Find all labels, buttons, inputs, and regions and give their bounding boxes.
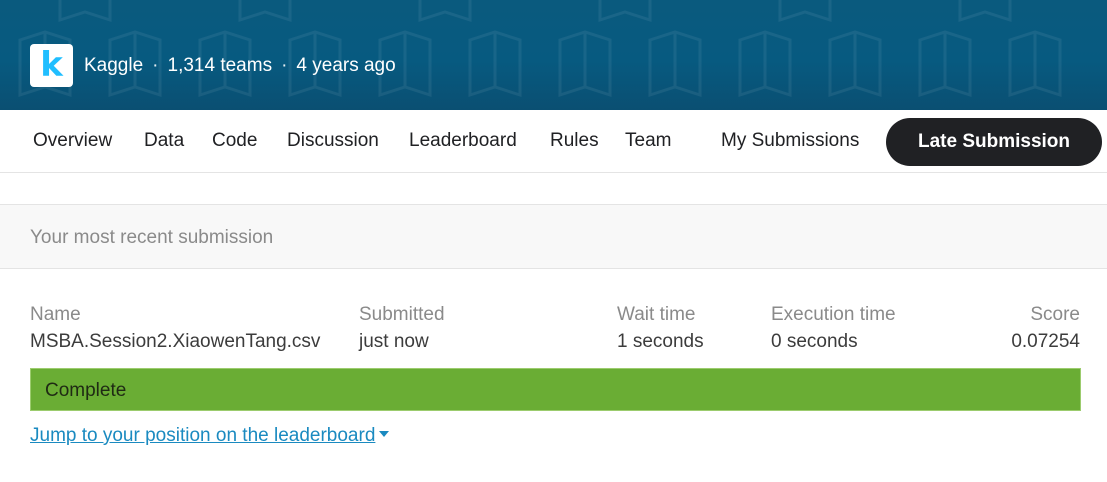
status-bar: Complete	[30, 368, 1081, 411]
execution-time-label: Execution time	[771, 304, 896, 325]
name-column: Name MSBA.Session2.XiaowenTang.csv	[30, 304, 320, 353]
competition-meta: Kaggle · 1,314 teams · 4 years ago	[84, 54, 396, 78]
competition-banner: k Kaggle · 1,314 teams · 4 years ago	[0, 0, 1107, 110]
score-value: 0.07254	[1011, 331, 1080, 352]
status-text: Complete	[45, 380, 127, 401]
tab-overview[interactable]: Overview	[33, 130, 112, 152]
kaggle-logo-letter: k	[40, 45, 63, 85]
tab-my-submissions[interactable]: My Submissions	[721, 130, 859, 152]
score-column: Score 0.07254	[1011, 304, 1080, 353]
tab-leaderboard[interactable]: Leaderboard	[409, 130, 517, 152]
recent-submission-title: Your most recent submission	[30, 227, 274, 248]
caret-down-icon[interactable]	[379, 430, 390, 437]
jump-link-text[interactable]: Jump to your position on the leaderboard	[30, 425, 375, 446]
submitted-column: Submitted just now	[359, 304, 445, 353]
wait-time-value: 1 seconds	[617, 331, 704, 352]
wait-time-column: Wait time 1 seconds	[617, 304, 704, 353]
tab-code[interactable]: Code	[212, 130, 257, 152]
name-value: MSBA.Session2.XiaowenTang.csv	[30, 331, 321, 352]
jump-to-leaderboard-link[interactable]: Jump to your position on the leaderboard	[30, 425, 390, 447]
name-label: Name	[30, 304, 81, 325]
meta-separator: ·	[152, 55, 159, 76]
tab-rules[interactable]: Rules	[550, 130, 599, 152]
submitted-label: Submitted	[359, 304, 445, 325]
recent-submission-header: Your most recent submission	[0, 204, 1107, 269]
submitted-value: just now	[359, 331, 429, 352]
execution-time-value: 0 seconds	[771, 331, 858, 352]
tab-discussion[interactable]: Discussion	[287, 130, 379, 152]
tab-data[interactable]: Data	[144, 130, 184, 152]
team-count: 1,314 teams	[167, 55, 273, 76]
score-label: Score	[1030, 304, 1080, 325]
meta-separator: ·	[281, 55, 288, 76]
competition-tabs: Overview Data Code Discussion Leaderboar…	[0, 110, 1107, 173]
competition-age: 4 years ago	[296, 55, 396, 76]
org-name[interactable]: Kaggle	[84, 55, 143, 77]
wait-time-label: Wait time	[617, 304, 696, 325]
kaggle-logo[interactable]: k	[30, 44, 73, 87]
late-submission-button[interactable]: Late Submission	[886, 118, 1102, 166]
execution-time-column: Execution time 0 seconds	[771, 304, 896, 353]
tab-team[interactable]: Team	[625, 130, 671, 152]
